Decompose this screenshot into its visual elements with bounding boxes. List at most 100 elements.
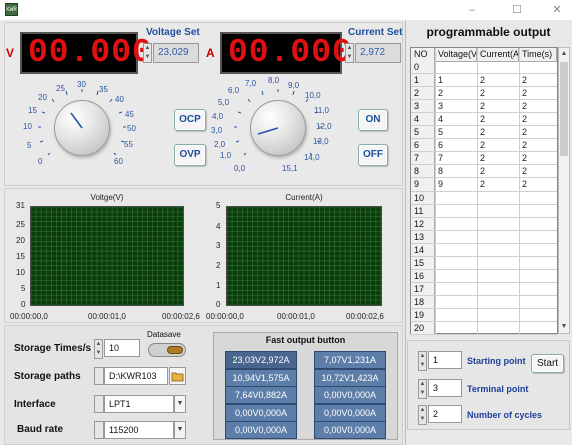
table-cell[interactable] xyxy=(435,283,477,296)
table-cell[interactable] xyxy=(477,283,519,296)
table-cell[interactable] xyxy=(519,231,557,244)
table-cell[interactable]: 2 xyxy=(519,165,557,178)
fast-output-button-10[interactable]: 0,00V0,000A xyxy=(314,421,386,439)
terminal-point-field[interactable]: 3 xyxy=(428,379,462,397)
voltage-dial[interactable]: 0 5 10 15 20 25 30 35 40 45 50 55 60 xyxy=(23,78,138,178)
table-cell[interactable]: 2 xyxy=(435,87,477,100)
fast-output-button-5[interactable]: 7,64V0,882A xyxy=(225,386,297,404)
fast-output-button-4[interactable]: 10,72V1,423A xyxy=(314,369,386,387)
voltage-set-spinner[interactable]: ▲ ▼ xyxy=(143,43,152,63)
table-cell[interactable]: 2 xyxy=(477,139,519,152)
fast-output-button-1[interactable]: 23,03V2,972A xyxy=(225,351,297,369)
interface-dropdown-arrow[interactable]: ▼ xyxy=(174,395,186,413)
table-cell[interactable] xyxy=(519,296,557,309)
table-cell[interactable] xyxy=(519,270,557,283)
minimize-button[interactable]: – xyxy=(457,0,487,20)
table-cell[interactable] xyxy=(435,192,477,205)
table-cell[interactable]: 6 xyxy=(435,139,477,152)
table-cell[interactable] xyxy=(435,61,477,74)
table-cell[interactable]: 2 xyxy=(519,100,557,113)
browse-folder-button[interactable] xyxy=(169,367,186,385)
cycles-field[interactable]: 2 xyxy=(428,405,462,423)
table-cell[interactable] xyxy=(519,322,557,335)
table-cell[interactable]: 2 xyxy=(519,126,557,139)
baud-rate-dropdown-arrow[interactable]: ▼ xyxy=(174,421,186,439)
table-cell[interactable]: 2 xyxy=(477,165,519,178)
table-cell[interactable] xyxy=(519,309,557,322)
current-set-spinner[interactable]: ▲ ▼ xyxy=(345,43,354,63)
table-cell[interactable]: 2 xyxy=(519,74,557,87)
table-cell[interactable] xyxy=(435,244,477,257)
interface-select[interactable]: LPT1 xyxy=(104,395,174,413)
table-cell[interactable] xyxy=(477,192,519,205)
table-cell[interactable]: 2 xyxy=(477,126,519,139)
voltage-set-field[interactable]: 23,029 xyxy=(153,43,199,63)
table-cell[interactable] xyxy=(519,283,557,296)
program-table[interactable]: NO Voltage(V Current(A Time(s) 011222222… xyxy=(410,47,558,336)
current-dial[interactable]: 0,0 1,0 2,0 3,0 4,0 5,0 6,0 7,0 8,0 9,0 … xyxy=(211,76,338,178)
table-cell[interactable] xyxy=(435,296,477,309)
table-cell[interactable]: 2 xyxy=(477,178,519,191)
datasave-toggle[interactable] xyxy=(148,343,186,357)
table-cell[interactable]: 2 xyxy=(519,152,557,165)
start-button[interactable]: Start xyxy=(531,354,564,373)
table-cell[interactable] xyxy=(435,257,477,270)
table-cell[interactable] xyxy=(477,61,519,74)
table-cell[interactable]: 2 xyxy=(477,87,519,100)
table-cell[interactable] xyxy=(519,61,557,74)
off-button[interactable]: OFF xyxy=(358,144,388,166)
table-cell[interactable] xyxy=(435,218,477,231)
table-cell[interactable] xyxy=(435,322,477,335)
ocp-button[interactable]: OCP xyxy=(174,109,206,131)
table-cell[interactable] xyxy=(477,231,519,244)
scroll-up-arrow[interactable]: ▲ xyxy=(559,48,569,60)
table-cell[interactable]: 2 xyxy=(477,113,519,126)
fast-output-button-3[interactable]: 10,94V1,575A xyxy=(225,369,297,387)
close-button[interactable]: ✕ xyxy=(542,0,572,20)
storage-times-field[interactable]: 10 xyxy=(104,339,140,357)
table-cell[interactable]: 5 xyxy=(435,126,477,139)
table-cell[interactable] xyxy=(519,218,557,231)
table-cell[interactable] xyxy=(435,270,477,283)
starting-point-spinner[interactable]: ▲ ▼ xyxy=(418,351,427,371)
table-cell[interactable]: 2 xyxy=(519,113,557,126)
starting-point-field[interactable]: 1 xyxy=(428,351,462,369)
table-cell[interactable]: 4 xyxy=(435,113,477,126)
path-type-selector[interactable] xyxy=(94,367,104,385)
table-cell[interactable]: 2 xyxy=(519,87,557,100)
table-cell[interactable] xyxy=(435,231,477,244)
table-cell[interactable] xyxy=(477,218,519,231)
table-cell[interactable] xyxy=(477,270,519,283)
table-cell[interactable] xyxy=(477,296,519,309)
table-cell[interactable]: 2 xyxy=(519,139,557,152)
table-cell[interactable]: 2 xyxy=(477,152,519,165)
terminal-point-spinner[interactable]: ▲ ▼ xyxy=(418,379,427,399)
on-button[interactable]: ON xyxy=(358,109,388,131)
table-cell[interactable] xyxy=(519,205,557,218)
fast-output-button-2[interactable]: 7,07V1,231A xyxy=(314,351,386,369)
table-cell[interactable]: 1 xyxy=(435,74,477,87)
storage-times-spinner[interactable]: ▲ ▼ xyxy=(94,339,103,359)
table-cell[interactable] xyxy=(435,309,477,322)
table-cell[interactable]: 2 xyxy=(477,74,519,87)
fast-output-button-7[interactable]: 0,00V0,000A xyxy=(225,404,297,422)
maximize-button[interactable]: ☐ xyxy=(502,0,532,20)
fast-output-button-9[interactable]: 0,00V0,000A xyxy=(225,421,297,439)
table-cell[interactable]: 2 xyxy=(477,100,519,113)
table-cell[interactable] xyxy=(519,192,557,205)
scroll-thumb[interactable] xyxy=(560,62,568,156)
baud-rate-select[interactable]: 115200 xyxy=(104,421,174,439)
interface-spinner[interactable] xyxy=(94,395,104,413)
storage-paths-field[interactable]: D:\KWR103 xyxy=(104,367,168,385)
ovp-button[interactable]: OVP xyxy=(174,144,206,166)
table-cell[interactable] xyxy=(435,205,477,218)
scroll-down-arrow[interactable]: ▼ xyxy=(559,321,569,333)
current-set-field[interactable]: 2,972 xyxy=(355,43,401,63)
cycles-spinner[interactable]: ▲ ▼ xyxy=(418,405,427,425)
table-cell[interactable] xyxy=(477,309,519,322)
table-cell[interactable]: 3 xyxy=(435,100,477,113)
table-cell[interactable] xyxy=(519,244,557,257)
table-cell[interactable]: 9 xyxy=(435,178,477,191)
table-cell[interactable] xyxy=(477,322,519,335)
table-cell[interactable] xyxy=(477,244,519,257)
